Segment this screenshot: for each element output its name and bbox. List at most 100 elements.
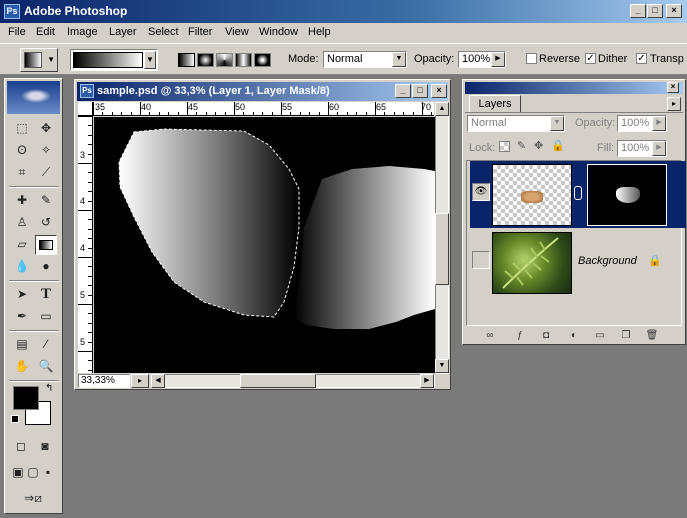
diamond-gradient-button[interactable] — [254, 53, 271, 67]
zoom-level-field[interactable]: 33,33% — [78, 374, 130, 388]
zoom-tool-icon[interactable]: 🔍 — [35, 357, 57, 377]
screen-mode-standard-icon[interactable]: ▣ — [11, 463, 25, 483]
reverse-checkbox[interactable] — [526, 53, 537, 64]
status-menu-button[interactable]: ▸ — [131, 374, 149, 388]
menu-image[interactable]: Image — [67, 26, 98, 38]
lock-position-icon[interactable]: ✥ — [534, 139, 543, 152]
chevron-right-icon[interactable]: ▶ — [491, 52, 505, 67]
image-canvas[interactable] — [94, 117, 435, 373]
reflected-gradient-button[interactable] — [235, 53, 252, 67]
scroll-right-button[interactable]: ▶ — [420, 374, 434, 388]
doc-close-button[interactable]: × — [431, 84, 447, 98]
mode-select[interactable]: Normal ▼ — [323, 51, 407, 68]
horizontal-ruler[interactable]: 35 40 45 50 55 60 65 70 — [93, 102, 434, 116]
minimize-button[interactable]: _ — [630, 4, 646, 18]
dodge-tool-icon[interactable]: ● — [35, 257, 57, 277]
background-thumbnail[interactable] — [492, 232, 572, 294]
layer-style-icon[interactable]: ƒ — [511, 330, 529, 343]
lock-image-icon[interactable]: ✎ — [517, 139, 526, 152]
brush-tool-icon[interactable]: ✎ — [35, 191, 57, 211]
new-group-icon[interactable]: ▭ — [591, 330, 609, 343]
photoshop-icon[interactable]: Ps — [4, 4, 20, 19]
chevron-right-icon[interactable]: ▶ — [652, 141, 666, 156]
type-tool-icon[interactable]: T — [35, 285, 57, 305]
vertical-scrollbar[interactable]: ▲ ▼ — [435, 102, 449, 374]
foreground-color-swatch[interactable] — [13, 386, 39, 410]
slice-tool-icon[interactable]: ⟋ — [35, 163, 57, 183]
standard-mode-icon[interactable]: ◻ — [11, 437, 31, 457]
app-title-bar[interactable]: Ps Adobe Photoshop _ □ × — [0, 0, 687, 23]
blend-mode-select[interactable]: Normal ▼ — [467, 115, 565, 132]
eraser-tool-icon[interactable]: ▱ — [11, 235, 33, 255]
eye-icon[interactable]: 👁 — [472, 183, 490, 201]
chevron-down-icon[interactable]: ▼ — [144, 51, 156, 69]
hand-tool-icon[interactable]: ✋ — [11, 357, 33, 377]
layer-row-background[interactable]: Background 🔒 — [470, 229, 686, 296]
opacity-input[interactable]: 100% ▶ — [458, 51, 506, 68]
link-layers-icon[interactable]: ∞ — [481, 330, 499, 343]
horizontal-scroll-thumb[interactable] — [240, 374, 316, 388]
horizontal-scrollbar[interactable]: ◀ ▶ — [151, 374, 435, 388]
menu-help[interactable]: Help — [308, 26, 331, 38]
fill-input[interactable]: 100% ▶ — [617, 140, 667, 157]
layer-opacity-input[interactable]: 100% ▶ — [617, 115, 667, 132]
chevron-down-icon[interactable]: ▼ — [392, 52, 406, 67]
dither-checkbox[interactable]: ✓ — [585, 53, 596, 64]
swap-colors-icon[interactable]: ↰ — [45, 383, 53, 394]
lock-all-icon[interactable]: 🔒 — [551, 139, 565, 152]
notes-tool-icon[interactable]: ▤ — [11, 335, 33, 355]
lasso-tool-icon[interactable]: ʘ — [11, 141, 33, 161]
angle-gradient-button[interactable] — [216, 53, 233, 67]
layer-row-layer-1[interactable]: 👁 — [470, 161, 686, 228]
menu-view[interactable]: View — [225, 26, 249, 38]
ruler-origin[interactable] — [78, 102, 93, 116]
clone-stamp-tool-icon[interactable]: ♙ — [11, 213, 33, 233]
palette-close-button[interactable]: × — [667, 82, 679, 93]
radial-gradient-button[interactable] — [197, 53, 214, 67]
tab-layers[interactable]: Layers — [469, 95, 521, 113]
lock-transparency-icon[interactable] — [499, 141, 510, 152]
add-mask-icon[interactable]: ◘ — [537, 330, 555, 343]
gradient-picker[interactable]: ▼ — [70, 49, 158, 71]
maximize-button[interactable]: □ — [647, 4, 663, 18]
crop-tool-icon[interactable]: ⌗ — [11, 163, 33, 183]
scroll-up-button[interactable]: ▲ — [435, 102, 449, 116]
adjustment-layer-icon[interactable]: ◐ — [565, 330, 583, 343]
chevron-right-icon[interactable]: ▶ — [652, 116, 666, 131]
magic-wand-tool-icon[interactable]: ✧ — [35, 141, 57, 161]
tool-preset-picker[interactable]: ▼ — [20, 48, 58, 72]
menu-filter[interactable]: Filter — [188, 26, 212, 38]
default-colors-icon[interactable] — [11, 415, 19, 423]
pen-tool-icon[interactable]: ✒ — [11, 307, 33, 327]
palette-title-bar[interactable] — [465, 82, 683, 94]
chevron-down-icon[interactable]: ▼ — [550, 116, 564, 131]
palette-menu-button[interactable]: ▸ — [667, 97, 681, 111]
mask-link-icon[interactable] — [574, 186, 582, 200]
menu-window[interactable]: Window — [259, 26, 298, 38]
doc-minimize-button[interactable]: _ — [395, 84, 411, 98]
marquee-tool-icon[interactable]: ⬚ — [11, 119, 33, 139]
history-brush-tool-icon[interactable]: ↺ — [35, 213, 57, 233]
layer-mask-thumbnail[interactable] — [587, 164, 667, 226]
new-layer-icon[interactable]: ❐ — [617, 330, 635, 343]
trash-icon[interactable]: 🗑 — [643, 330, 661, 343]
close-button[interactable]: × — [666, 4, 682, 18]
linear-gradient-button[interactable] — [178, 53, 195, 67]
menu-file[interactable]: File — [8, 26, 26, 38]
move-tool-icon[interactable]: ✥ — [35, 119, 57, 139]
menu-edit[interactable]: Edit — [36, 26, 55, 38]
blur-tool-icon[interactable]: 💧 — [11, 257, 33, 277]
screen-mode-full-menu-icon[interactable]: ▢ — [26, 463, 40, 483]
vertical-scroll-thumb[interactable] — [435, 213, 449, 285]
scroll-down-button[interactable]: ▼ — [435, 359, 449, 373]
menu-select[interactable]: Select — [148, 26, 179, 38]
vertical-ruler[interactable]: 3 4 4 5 5 — [78, 116, 93, 373]
eye-hidden-icon[interactable] — [472, 251, 490, 269]
transparency-checkbox[interactable]: ✓ — [636, 53, 647, 64]
menu-layer[interactable]: Layer — [109, 26, 137, 38]
scroll-left-button[interactable]: ◀ — [151, 374, 165, 388]
path-selection-tool-icon[interactable]: ➤ — [11, 285, 33, 305]
eyedropper-tool-icon[interactable]: ⁄ — [35, 335, 57, 355]
healing-brush-tool-icon[interactable]: ✚ — [11, 191, 33, 211]
jump-to-imageready-icon[interactable]: ⇒⧄ — [15, 489, 51, 509]
